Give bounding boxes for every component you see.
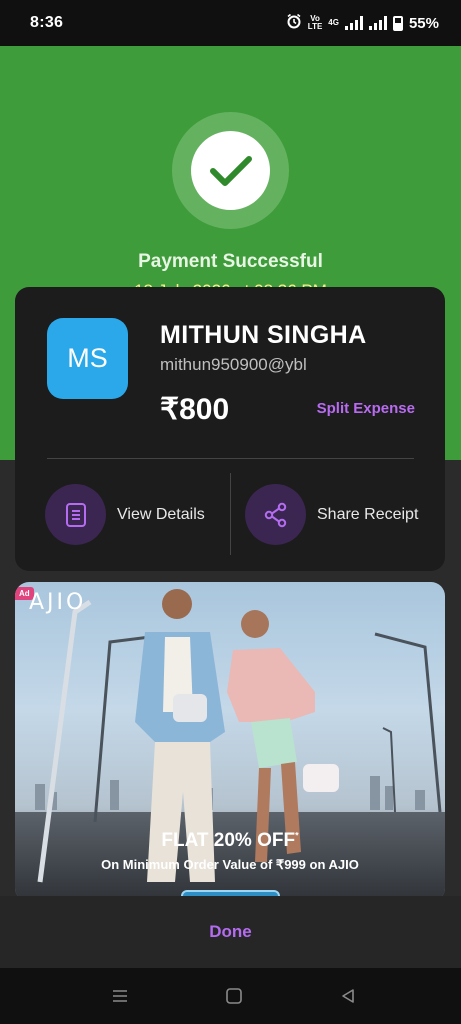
ad-offer-text: FLAT 20% OFF bbox=[161, 830, 296, 851]
ad-brand-logo: AJIO bbox=[29, 590, 87, 615]
payee-card: MS MITHUN SINGHA mithun950900@ybl ₹800 S… bbox=[15, 287, 445, 571]
alarm-icon bbox=[286, 13, 302, 33]
network-type: 4G bbox=[328, 18, 339, 27]
payment-status-title: Payment Successful bbox=[138, 251, 323, 272]
payment-amount: ₹800 bbox=[160, 393, 230, 426]
payee-upi-id: mithun950900@ybl bbox=[160, 355, 307, 374]
share-receipt-button[interactable]: Share Receipt bbox=[245, 484, 418, 545]
view-details-label: View Details bbox=[117, 505, 205, 523]
battery-icon bbox=[392, 15, 403, 31]
share-icon bbox=[245, 484, 306, 545]
ad-offer-subtext: On Minimum Order Value of ₹999 on AJIO bbox=[101, 857, 359, 872]
signal-icon bbox=[344, 16, 363, 30]
recent-apps-icon[interactable] bbox=[110, 986, 130, 1006]
payment-success-screen: 8:36 Vo LTE 4G 55% Payment Successful 18… bbox=[0, 0, 461, 1024]
system-nav-bar bbox=[0, 968, 461, 1024]
signal-icon-2 bbox=[368, 16, 387, 30]
volte-bottom: LTE bbox=[307, 22, 323, 31]
done-bar: Done bbox=[0, 896, 461, 968]
share-receipt-label: Share Receipt bbox=[317, 505, 419, 523]
back-icon[interactable] bbox=[338, 986, 358, 1006]
payee-name: MITHUN SINGHA bbox=[160, 321, 367, 349]
card-divider bbox=[47, 458, 414, 459]
status-time: 8:36 bbox=[30, 14, 64, 31]
avatar: MS bbox=[47, 318, 128, 399]
ad-models-illustration bbox=[37, 589, 442, 883]
ad-offer-mark: * bbox=[295, 830, 299, 841]
battery-percent: 55% bbox=[408, 14, 439, 32]
status-icons: Vo LTE 4G 55% bbox=[286, 13, 439, 33]
volte-indicator: Vo LTE bbox=[308, 15, 323, 31]
home-icon[interactable] bbox=[224, 986, 244, 1006]
view-details-button[interactable]: View Details bbox=[45, 484, 205, 545]
checkmark-icon bbox=[191, 131, 270, 210]
ad-banner[interactable]: Ad AJIO FLAT 20% OFF* On Minimum Order V… bbox=[15, 582, 445, 902]
split-expense-button[interactable]: Split Expense bbox=[317, 400, 415, 417]
ad-offer-headline: FLAT 20% OFF* bbox=[15, 830, 445, 852]
done-button[interactable]: Done bbox=[169, 914, 292, 950]
card-vertical-divider bbox=[230, 473, 231, 555]
status-bar: 8:36 Vo LTE 4G 55% bbox=[0, 0, 461, 46]
document-icon bbox=[45, 484, 106, 545]
